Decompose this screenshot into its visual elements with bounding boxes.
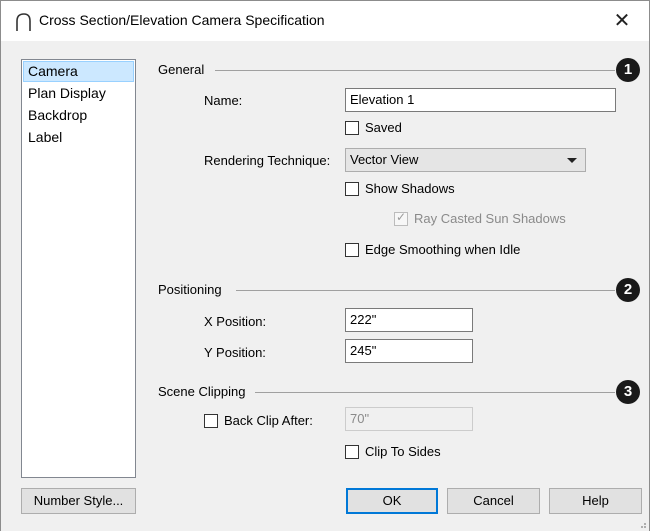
number-style-button[interactable]: Number Style... — [21, 488, 136, 514]
general-divider — [215, 70, 615, 71]
y-position-field[interactable]: 245" — [345, 339, 473, 363]
close-icon: ✕ — [613, 10, 631, 32]
close-button[interactable]: ✕ — [599, 5, 645, 37]
help-button[interactable]: Help — [549, 488, 642, 514]
name-label: Name: — [204, 93, 243, 108]
arch-icon — [16, 13, 31, 31]
ray-casted-shadows-checkbox[interactable]: ✓ Ray Casted Sun Shadows — [394, 210, 604, 229]
scene-clipping-divider — [255, 392, 615, 393]
general-heading: General — [158, 62, 205, 77]
callout-badge-3: 3 — [616, 380, 640, 404]
back-clip-checkbox-box[interactable] — [204, 414, 218, 428]
ok-button[interactable]: OK — [346, 488, 438, 514]
positioning-divider — [236, 290, 615, 291]
show-shadows-checkbox[interactable]: Show Shadows — [345, 181, 505, 199]
rendering-technique-label: Rendering Technique: — [204, 153, 331, 168]
saved-checkbox-box[interactable] — [345, 121, 359, 135]
window-title: Cross Section/Elevation Camera Specifica… — [39, 12, 325, 28]
edge-smoothing-label: Edge Smoothing when Idle — [365, 242, 521, 257]
name-field[interactable]: Elevation 1 — [345, 88, 616, 112]
show-shadows-label: Show Shadows — [365, 181, 455, 196]
scene-clipping-heading: Scene Clipping — [158, 384, 246, 399]
saved-label: Saved — [365, 120, 402, 135]
x-position-field[interactable]: 222" — [345, 308, 473, 332]
edge-smoothing-checkbox-box[interactable] — [345, 243, 359, 257]
sidebar-item-camera[interactable]: Camera — [23, 61, 134, 82]
category-list[interactable]: Camera Plan Display Backdrop Label — [21, 59, 136, 478]
y-position-label: Y Position: — [204, 345, 266, 360]
callout-badge-1: 1 — [616, 58, 640, 82]
sidebar-item-label: Backdrop — [28, 107, 88, 123]
back-clip-checkbox[interactable]: Back Clip After: — [204, 413, 334, 431]
back-clip-field[interactable]: 70" — [345, 407, 473, 431]
checkmark-icon: ✓ — [396, 210, 407, 224]
saved-checkbox[interactable]: Saved — [345, 120, 465, 138]
sidebar-item-label: Camera — [28, 63, 78, 79]
sidebar-item-backdrop[interactable]: Backdrop — [23, 105, 134, 126]
clip-to-sides-checkbox[interactable]: Clip To Sides — [345, 444, 475, 462]
show-shadows-checkbox-box[interactable] — [345, 182, 359, 196]
cancel-button[interactable]: Cancel — [447, 488, 540, 514]
title-bar[interactable]: Cross Section/Elevation Camera Specifica… — [1, 1, 649, 41]
chevron-down-icon — [567, 158, 577, 163]
ray-casted-label: Ray Casted Sun Shadows — [414, 211, 566, 226]
sidebar-item-label: Plan Display — [28, 85, 106, 101]
sidebar-item-label[interactable]: Label — [23, 127, 134, 148]
positioning-heading: Positioning — [158, 282, 222, 297]
sidebar-item-plan-display[interactable]: Plan Display — [23, 83, 134, 104]
rendering-technique-select[interactable]: Vector View — [345, 148, 586, 172]
x-position-label: X Position: — [204, 314, 267, 329]
callout-badge-2: 2 — [616, 278, 640, 302]
rendering-technique-value: Vector View — [350, 152, 419, 167]
resize-grip-icon[interactable] — [637, 519, 647, 529]
edge-smoothing-checkbox[interactable]: Edge Smoothing when Idle — [345, 242, 565, 260]
sidebar-item-label: Label — [28, 129, 63, 145]
back-clip-label: Back Clip After: — [224, 413, 313, 428]
dialog-window: Cross Section/Elevation Camera Specifica… — [0, 0, 650, 531]
ray-casted-checkbox-box[interactable]: ✓ — [394, 210, 408, 226]
clip-to-sides-label: Clip To Sides — [365, 444, 441, 459]
dialog-content: Camera Plan Display Backdrop Label Gener… — [1, 41, 649, 531]
clip-to-sides-checkbox-box[interactable] — [345, 445, 359, 459]
